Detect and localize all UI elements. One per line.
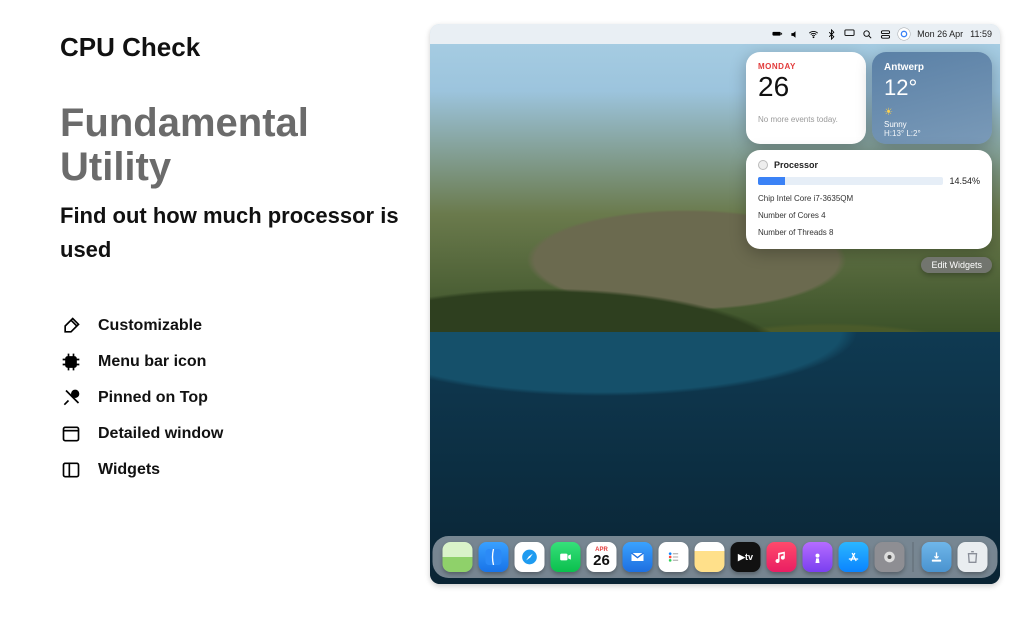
processor-cores-line: Number of Cores 4 [758,211,980,220]
menubar-time[interactable]: 11:59 [970,29,992,39]
dock-reminders-icon[interactable] [659,542,689,572]
window-icon [60,423,82,445]
processor-percent: 14.54% [949,176,980,186]
wifi-icon[interactable] [808,29,819,40]
calendar-note: No more events today. [758,115,854,124]
calendar-day: MONDAY [758,62,854,71]
processor-widget[interactable]: Processor 14.54% Chip Intel Core i7-3635… [746,150,992,249]
widget-icon [60,459,82,481]
control-center-icon[interactable] [880,29,891,40]
headline: Fundamental Utility [60,101,420,189]
battery-icon[interactable] [772,29,783,40]
dock-appstore-icon[interactable] [839,542,869,572]
paintbrush-icon [60,315,82,337]
pin-icon [60,387,82,409]
feature-label: Customizable [98,317,202,335]
dock-finder-icon[interactable] [479,542,509,572]
feature-item: Detailed window [60,423,420,445]
dock-appletv-icon[interactable]: ▶tv [731,542,761,572]
weather-widget[interactable]: Antwerp 12° ☀ Sunny H:13° L:2° [872,52,992,144]
menubar: Mon 26 Apr 11:59 [430,24,1000,44]
dock-cal-day: 26 [593,553,610,568]
calendar-date: 26 [758,73,854,101]
edit-widgets-button[interactable]: Edit Widgets [921,257,992,273]
dock-notes-icon[interactable] [695,542,725,572]
volume-icon[interactable] [790,29,801,40]
processor-threads-line: Number of Threads 8 [758,228,980,237]
dock-calendar-icon[interactable]: APR 26 [587,542,617,572]
subheadline: Find out how much processor is used [60,199,420,267]
spotlight-icon[interactable] [862,29,873,40]
feature-item: Widgets [60,459,420,481]
cpu-check-menubar-icon[interactable] [898,28,910,40]
dock-maps-icon[interactable] [443,542,473,572]
dock: APR 26 ▶tv [433,536,998,578]
feature-label: Menu bar icon [98,353,206,371]
feature-label: Widgets [98,461,160,479]
keyboard-icon[interactable] [844,29,855,40]
dock-facetime-icon[interactable] [551,542,581,572]
dock-safari-icon[interactable] [515,542,545,572]
chip-icon [60,351,82,373]
dock-trash-icon[interactable] [958,542,988,572]
menubar-date[interactable]: Mon 26 Apr [917,29,963,39]
weather-temp: 12° [884,75,980,101]
weather-hilo: H:13° L:2° [884,129,980,138]
gauge-icon [758,160,768,170]
feature-label: Pinned on Top [98,389,208,407]
macos-screenshot: Mon 26 Apr 11:59 MONDAY 26 No more event… [430,24,1000,584]
weather-condition: Sunny [884,120,980,129]
feature-item: Customizable [60,315,420,337]
dock-separator [913,542,914,572]
feature-item: Menu bar icon [60,351,420,373]
feature-item: Pinned on Top [60,387,420,409]
sun-icon: ☀ [884,107,980,118]
processor-usage-bar [758,177,943,185]
dock-downloads-icon[interactable] [922,542,952,572]
processor-title: Processor [774,160,818,170]
feature-label: Detailed window [98,425,223,443]
processor-chip-line: Chip Intel Core i7-3635QM [758,194,980,203]
app-name: CPU Check [60,32,420,63]
weather-city: Antwerp [884,62,980,73]
dock-mail-icon[interactable] [623,542,653,572]
dock-music-icon[interactable] [767,542,797,572]
dock-podcasts-icon[interactable] [803,542,833,572]
processor-usage-fill [758,177,785,185]
dock-preferences-icon[interactable] [875,542,905,572]
calendar-widget[interactable]: MONDAY 26 No more events today. [746,52,866,144]
bluetooth-icon[interactable] [826,29,837,40]
